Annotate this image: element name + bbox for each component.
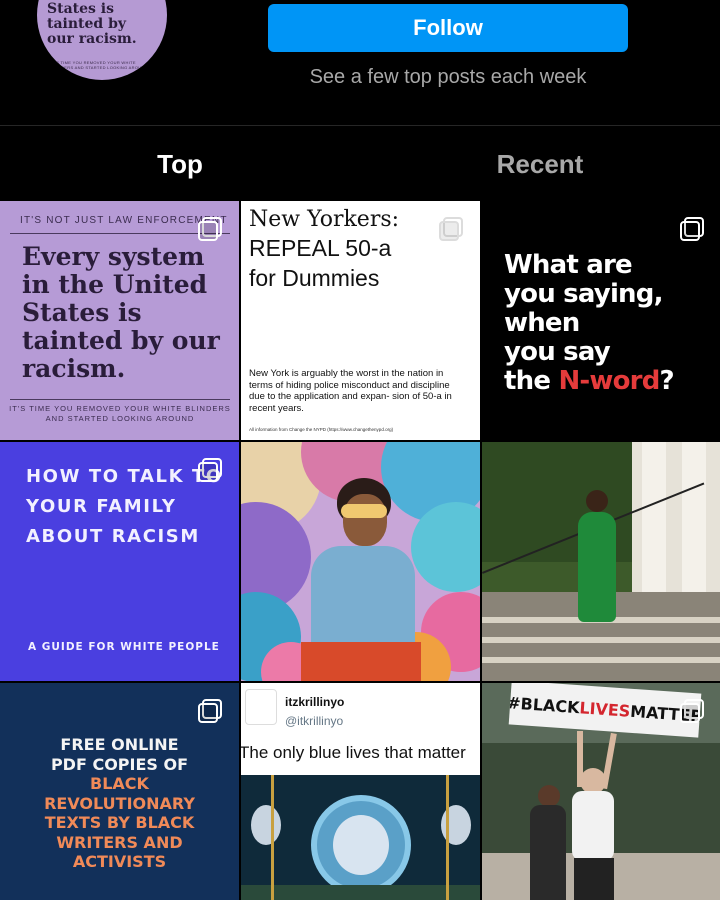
post-4-sub: A GUIDE FOR WHITE PEOPLE — [28, 641, 220, 653]
multiple-posts-icon — [198, 458, 222, 482]
post-3-text: What are you saying, when you say the N-… — [504, 250, 675, 396]
profile-header: States is tainted by our racism. IT'S TI… — [0, 0, 720, 126]
avatar[interactable]: States is tainted by our racism. IT'S TI… — [37, 0, 167, 80]
post-2-line-3: for Dummies — [249, 265, 380, 291]
divider — [10, 233, 230, 234]
feed-tabs: Top Recent — [0, 127, 720, 201]
post-tile-3[interactable]: What are you saying, when you say the N-… — [482, 201, 720, 440]
tweet-image — [241, 775, 480, 900]
multiple-posts-icon — [198, 699, 222, 723]
post-2-line-1: New Yorkers: — [249, 207, 400, 232]
post-tile-4[interactable]: HOW TO TALK TO YOUR FAMILY ABOUT RACISM … — [0, 442, 239, 681]
post-tile-6-photo[interactable] — [482, 442, 720, 681]
follow-button[interactable]: Follow — [268, 4, 628, 52]
post-2-line-2: REPEAL 50-a — [249, 235, 392, 261]
post-tile-9-photo[interactable]: #BLACK LIVES MATTER — [482, 683, 720, 900]
avatar-text: States is tainted by our racism. — [47, 1, 137, 47]
post-1-top-line: IT'S NOT JUST LAW ENFORCEMENT — [20, 215, 228, 226]
post-2-source: All information from Change the NYPD (ht… — [249, 427, 394, 432]
tab-top[interactable]: Top — [0, 127, 360, 201]
tweet-name: itzkrillinyo — [285, 695, 345, 709]
post-4-headline: HOW TO TALK TO YOUR FAMILY ABOUT RACISM — [26, 466, 223, 547]
post-tile-5-photo[interactable] — [241, 442, 480, 681]
post-tile-8[interactable]: itzkrillinyo @itkrillinyo The only blue … — [241, 683, 480, 900]
multiple-posts-icon — [198, 217, 222, 241]
tweet-text: The only blue lives that matter — [241, 743, 466, 762]
multiple-posts-icon — [680, 217, 704, 241]
post-tile-1[interactable]: IT'S NOT JUST LAW ENFORCEMENT Every syst… — [0, 201, 239, 440]
post-tile-2[interactable]: New Yorkers: REPEAL 50-a for Dummies New… — [241, 201, 480, 440]
tweet-avatar — [245, 689, 277, 725]
posts-grid: IT'S NOT JUST LAW ENFORCEMENT Every syst… — [0, 201, 720, 900]
post-1-footer: IT'S TIME YOU REMOVED YOUR WHITE BLINDER… — [9, 404, 231, 423]
post-2-body: New York is arguably the worst in the na… — [249, 368, 452, 414]
multiple-posts-icon — [439, 217, 463, 241]
divider — [10, 399, 230, 400]
post-tile-7[interactable]: FREE ONLINE PDF COPIES OF BLACK REVOLUTI… — [0, 683, 239, 900]
post-1-headline: Every system in the United States is tai… — [22, 242, 220, 383]
avatar-small-text: IT'S TIME YOU REMOVED YOUR WHITE BLINDER… — [51, 60, 148, 70]
follow-subline: See a few top posts each week — [309, 66, 587, 88]
multiple-posts-icon — [680, 699, 704, 723]
tweet-handle: @itkrillinyo — [285, 714, 344, 728]
tab-recent[interactable]: Recent — [360, 127, 720, 201]
post-7-text: FREE ONLINE PDF COPIES OF BLACK REVOLUTI… — [44, 735, 195, 871]
